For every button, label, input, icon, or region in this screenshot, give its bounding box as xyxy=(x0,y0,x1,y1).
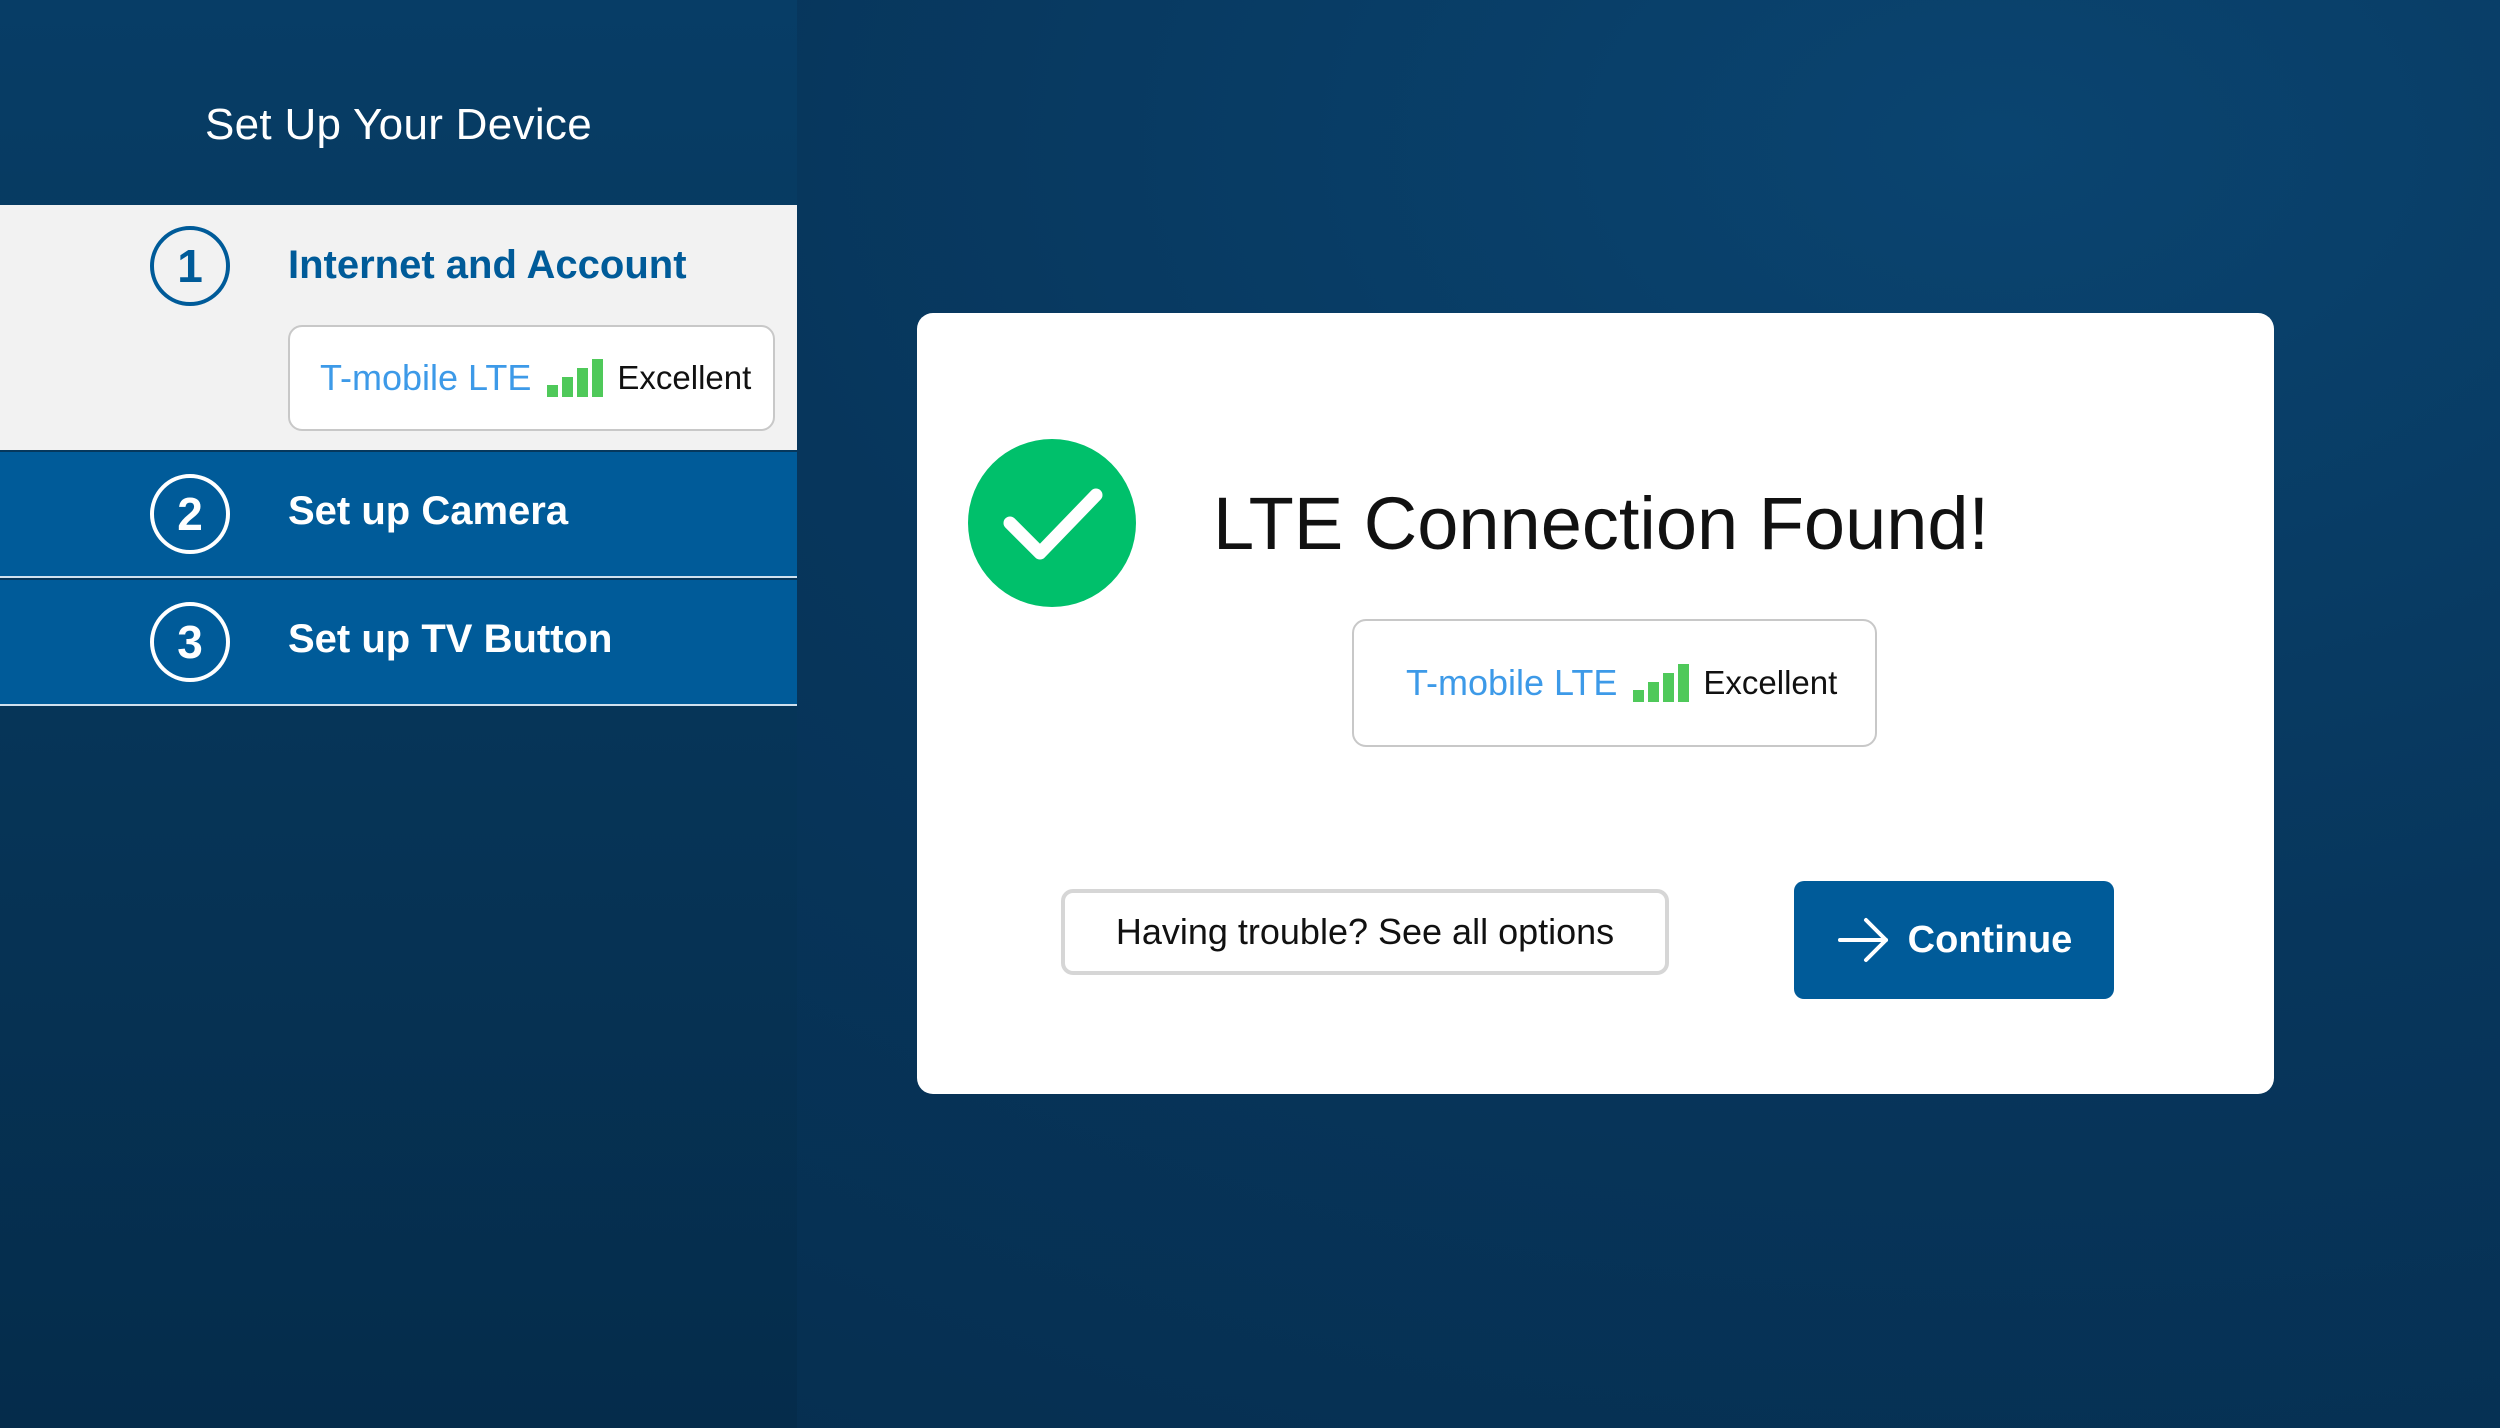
sidebar-title: Set Up Your Device xyxy=(205,100,592,149)
step-set-up-tv-button[interactable]: 3 Set up TV Button xyxy=(0,580,797,706)
check-circle-icon xyxy=(968,439,1136,607)
continue-label: Continue xyxy=(1907,918,2073,961)
network-name: T-mobile LTE xyxy=(1406,662,1618,703)
signal-bars-icon xyxy=(1633,664,1690,702)
step-label: Internet and Account xyxy=(288,243,687,287)
step-number-badge: 2 xyxy=(150,474,230,554)
dialog-title: LTE Connection Found! xyxy=(1213,482,1990,565)
continue-button[interactable]: Continue xyxy=(1794,881,2114,999)
signal-quality: Excellent xyxy=(617,359,752,396)
step-label: Set up TV Button xyxy=(288,617,613,661)
network-status-card: T-mobile LTE Excellent xyxy=(288,325,775,431)
setup-sidebar: Set Up Your Device 1 Internet and Accoun… xyxy=(0,0,797,1428)
see-all-options-button[interactable]: Having trouble? See all options xyxy=(1061,889,1669,975)
network-name: T-mobile LTE xyxy=(320,357,532,398)
signal-quality: Excellent xyxy=(1703,664,1838,701)
step-set-up-camera[interactable]: 2 Set up Camera xyxy=(0,452,797,578)
arrow-right-icon xyxy=(1836,912,1892,968)
step-internet-and-account[interactable]: 1 Internet and Account T-mobile LTE Exce… xyxy=(0,205,797,450)
step-number-badge: 3 xyxy=(150,602,230,682)
step-number-badge: 1 xyxy=(150,226,230,306)
network-status-card: T-mobile LTE Excellent xyxy=(1352,619,1877,747)
connection-dialog: LTE Connection Found! T-mobile LTE Excel… xyxy=(917,313,2274,1094)
step-label: Set up Camera xyxy=(288,489,569,533)
signal-bars-icon xyxy=(547,359,604,397)
